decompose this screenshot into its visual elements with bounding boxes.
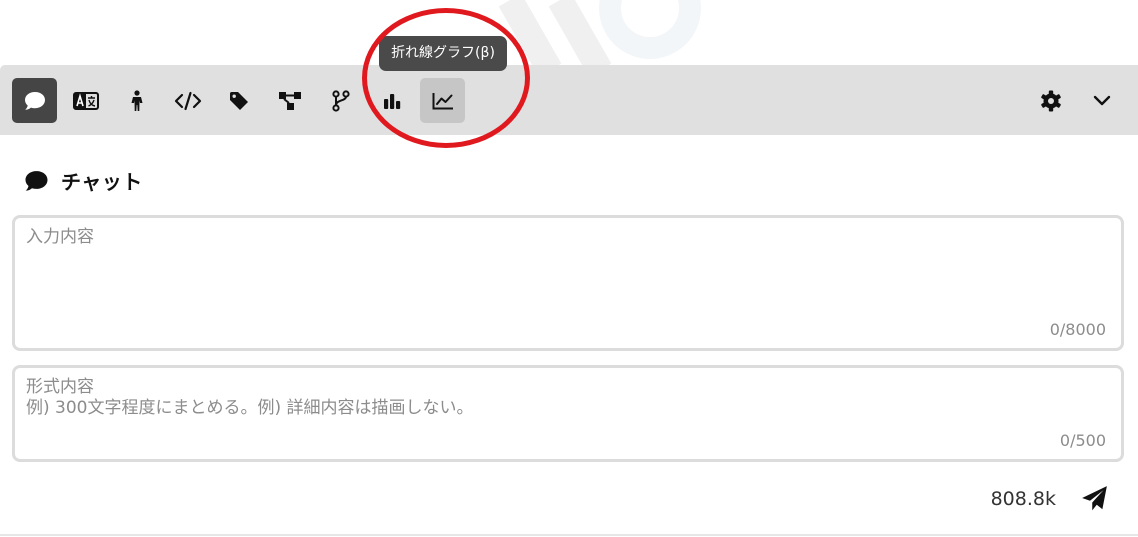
persona-mode-button[interactable] xyxy=(114,78,159,123)
chat-mode-button[interactable] xyxy=(12,78,57,123)
collapse-button[interactable] xyxy=(1079,78,1124,123)
page-title: チャット xyxy=(61,170,143,194)
send-button[interactable] xyxy=(1078,482,1110,514)
diagram-mode-button[interactable] xyxy=(267,78,312,123)
input-char-counter: 0/8000 xyxy=(1049,320,1106,339)
comment-icon xyxy=(25,170,48,191)
tag-mode-button[interactable] xyxy=(216,78,261,123)
section-heading: チャット xyxy=(24,166,143,195)
format-placeholder: 形式内容 例) 300文字程度にまとめる。例) 詳細内容は描画しない。 xyxy=(26,377,474,418)
branch-icon xyxy=(331,89,350,112)
comment-icon xyxy=(24,91,45,110)
line-chart-mode-button[interactable] xyxy=(420,78,465,123)
chevron-down-icon xyxy=(1093,95,1110,105)
format-content-field[interactable]: 形式内容 例) 300文字程度にまとめる。例) 詳細内容は描画しない。 0/50… xyxy=(12,365,1124,462)
format-char-counter: 0/500 xyxy=(1059,431,1106,450)
toolbar xyxy=(0,65,1138,135)
app-page: 折れ線グラフ(β) チャット 入力内容 0/8000 形式内容 例) 300文字… xyxy=(0,0,1138,537)
paper-plane-icon xyxy=(1081,485,1107,510)
tooltip: 折れ線グラフ(β) xyxy=(379,36,507,71)
input-content-field[interactable]: 入力内容 0/8000 xyxy=(12,215,1124,351)
line-chart-icon xyxy=(432,92,453,109)
tag-icon xyxy=(229,91,248,110)
divider xyxy=(0,534,1138,536)
token-count: 808.8k xyxy=(990,488,1056,510)
bar-chart-mode-button[interactable] xyxy=(369,78,414,123)
code-mode-button[interactable] xyxy=(165,78,210,123)
settings-button[interactable] xyxy=(1028,78,1073,123)
code-icon xyxy=(174,91,201,110)
translate-mode-button[interactable] xyxy=(63,78,108,123)
language-icon xyxy=(72,91,99,110)
diagram-icon xyxy=(278,91,301,110)
gear-icon xyxy=(1040,90,1061,111)
bar-chart-icon xyxy=(383,93,400,109)
input-placeholder: 入力内容 xyxy=(26,227,94,247)
person-icon xyxy=(131,89,142,111)
branch-mode-button[interactable] xyxy=(318,78,363,123)
